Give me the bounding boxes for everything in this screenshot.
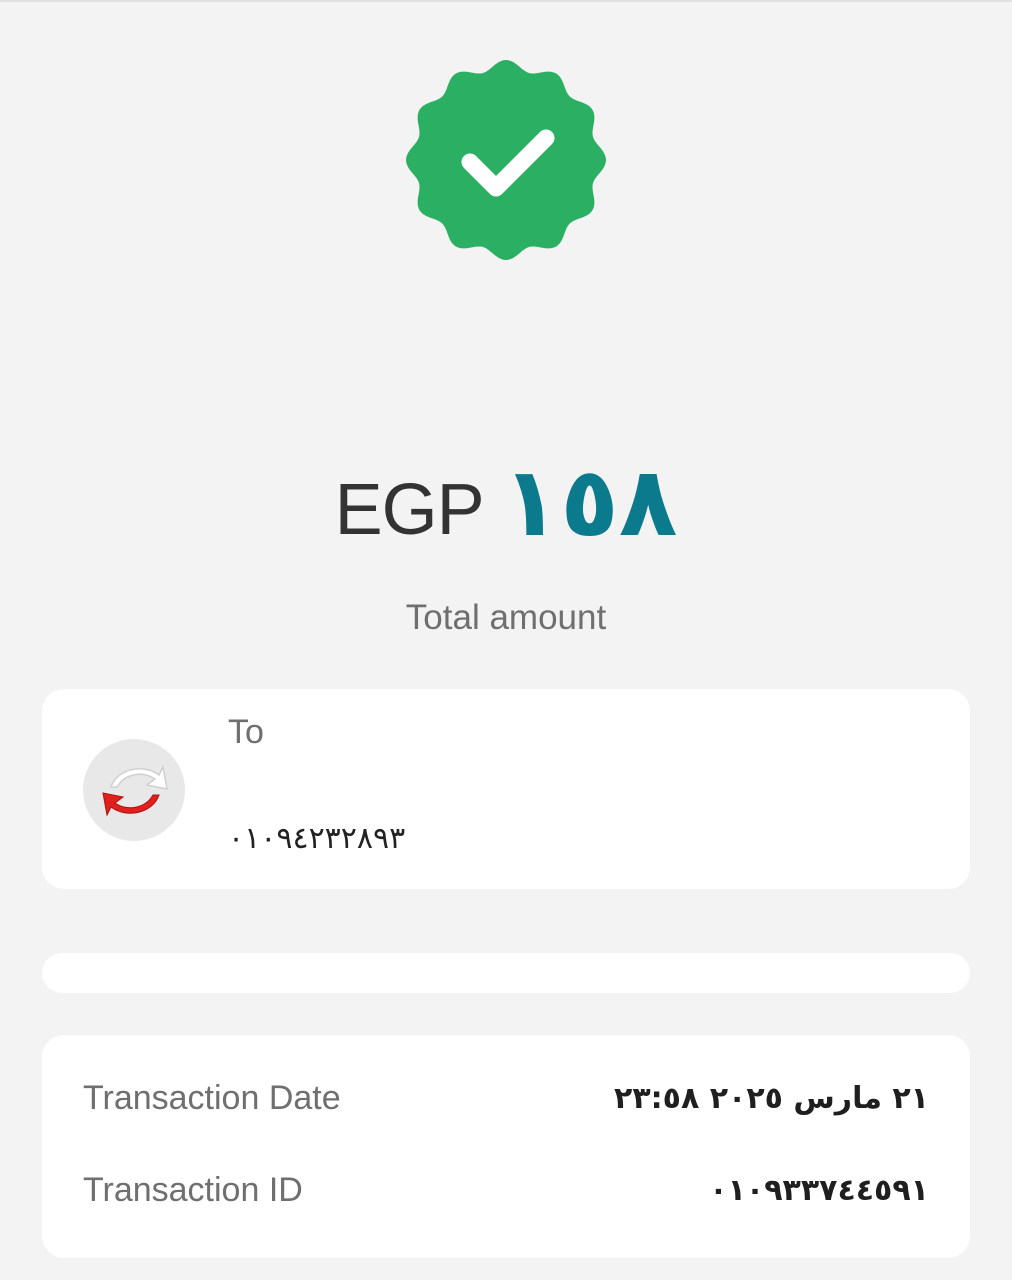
amount-value: ١٥٨ xyxy=(501,446,678,558)
empty-card xyxy=(42,953,970,993)
recipient-card: To ٠١٠٩٤٢٣٢٨٩٣ xyxy=(42,689,970,889)
amount-display: EGP ١٥٨ xyxy=(0,440,1012,550)
recipient-number: ٠١٠٩٤٢٣٢٨٩٣ xyxy=(228,821,406,856)
transfer-arrows-icon xyxy=(83,739,185,841)
top-divider xyxy=(0,0,1012,2)
currency-label: EGP xyxy=(334,470,485,550)
transaction-date-row: Transaction Date ٢١ مارس ٢٠٢٥ ٢٣:٥٨ xyxy=(83,1075,929,1121)
transaction-id-label: Transaction ID xyxy=(83,1170,303,1209)
transaction-date-label: Transaction Date xyxy=(83,1078,341,1117)
recipient-label: To xyxy=(228,713,264,751)
verified-check-badge-icon xyxy=(404,58,608,262)
transaction-id-value: ٠١٠٩٣٣٧٤٤٥٩١ xyxy=(709,1172,929,1208)
transaction-id-row: Transaction ID ٠١٠٩٣٣٧٤٤٥٩١ xyxy=(83,1167,929,1213)
total-amount-label: Total amount xyxy=(405,598,607,637)
transaction-details-card: Transaction Date ٢١ مارس ٢٠٢٥ ٢٣:٥٨ Tran… xyxy=(42,1035,970,1258)
transaction-date-value: ٢١ مارس ٢٠٢٥ ٢٣:٥٨ xyxy=(614,1080,929,1116)
